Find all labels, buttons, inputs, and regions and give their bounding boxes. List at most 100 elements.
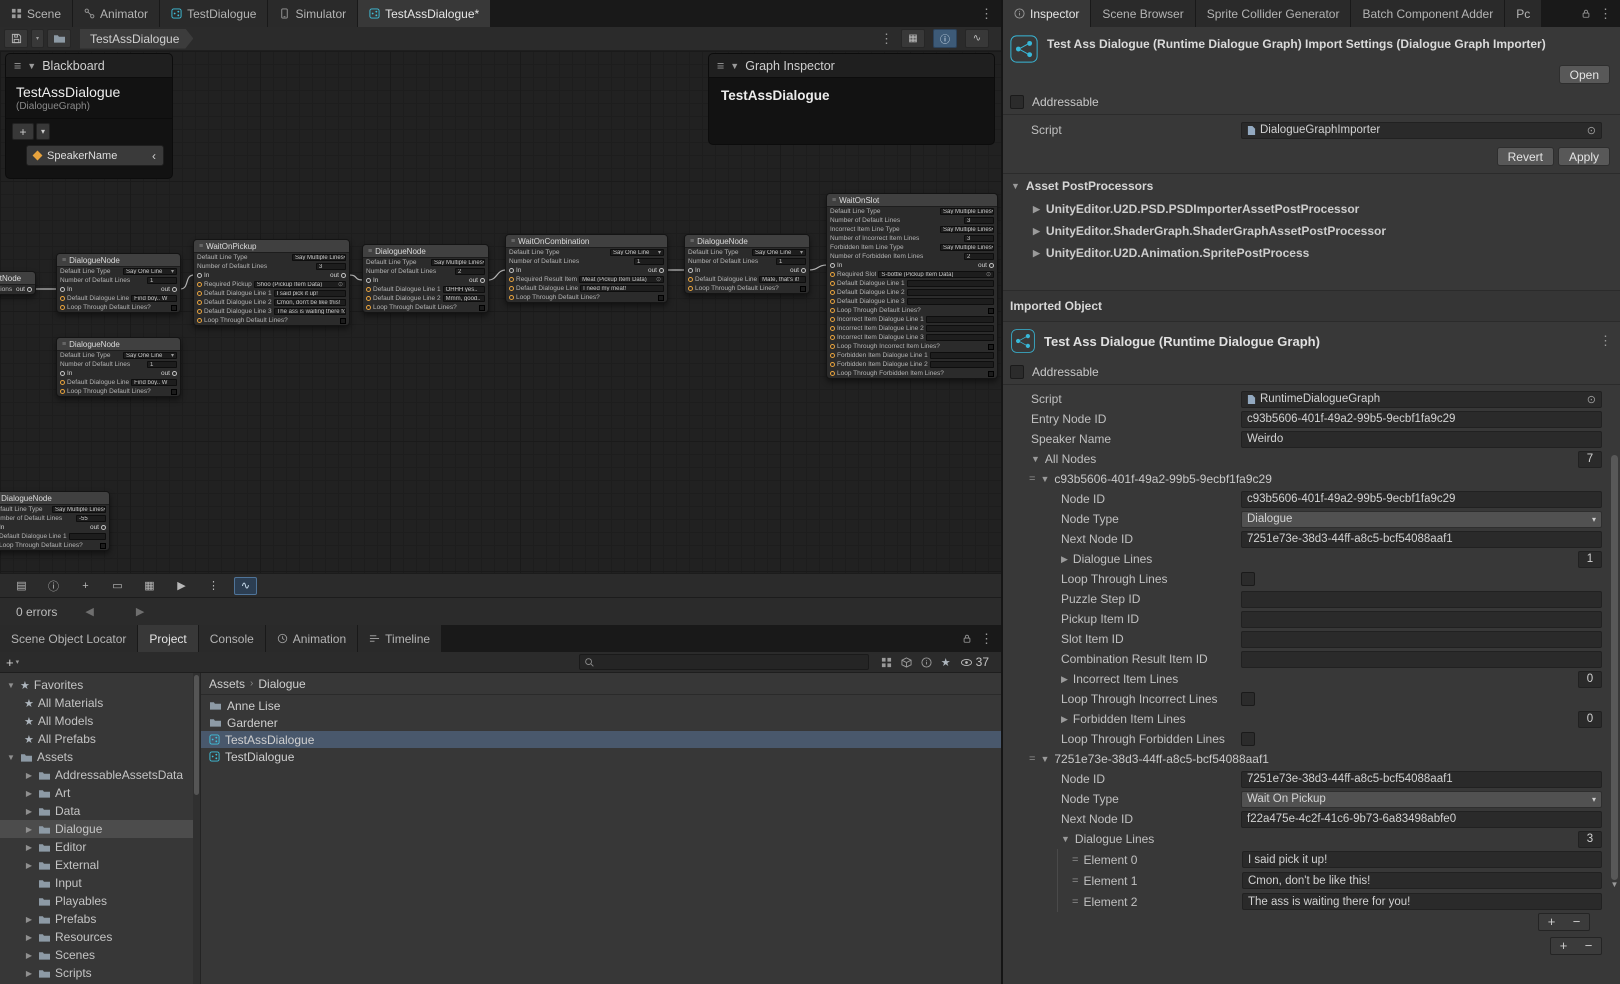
node-title-bar[interactable]: ≡WaitOnPickup [194, 240, 349, 253]
tree-item-external[interactable]: ▶External [0, 856, 200, 874]
node-entry-c93b5606-401f-49a2-99b5-9ecbf1fa9c29[interactable]: =▼c93b5606-401f-49a2-99b5-9ecbf1fa9c29 [1003, 469, 1620, 489]
data-port-icon[interactable] [197, 282, 202, 287]
graph-node-dialoguenode[interactable]: ≡DialogueNodeDefault Line TypeSay One Li… [56, 253, 181, 313]
tree-favorites-header[interactable]: ▼★Favorites [0, 676, 200, 694]
tree-item-all-prefabs[interactable]: ★All Prefabs [0, 730, 200, 748]
data-port-icon[interactable] [366, 287, 371, 292]
tree-item-data[interactable]: ▶Data [0, 802, 200, 820]
window-icon[interactable]: ▭ [106, 577, 129, 595]
data-port-icon[interactable] [509, 277, 514, 282]
node-number-field[interactable]: 1 [634, 258, 664, 266]
data-port-icon[interactable] [830, 281, 835, 286]
node-line-field[interactable]: I need my meat! [580, 285, 664, 293]
flow-port-icon[interactable] [172, 287, 177, 292]
text-field-element-2[interactable]: The ass is waiting there for you! [1242, 893, 1602, 910]
data-port-icon[interactable] [509, 286, 514, 291]
text-field-element-0[interactable]: I said pick it up! [1242, 851, 1602, 868]
count-field-dialogue-lines[interactable]: 1 [1578, 551, 1602, 568]
data-port-icon[interactable] [830, 317, 835, 322]
postprocessor-unityeditor-u2d-animation-spritepostprocess[interactable]: ▶UnityEditor.U2D.Animation.SpritePostPro… [1003, 242, 1620, 264]
graph-node-dialoguenode[interactable]: ≡DialogueNodeDefault Line TypeSay Multip… [0, 491, 110, 551]
text-field-puzzle-step-id[interactable] [1241, 591, 1602, 608]
scrollbar-thumb[interactable] [1611, 455, 1618, 880]
node-dropdown[interactable]: Say Multiple Lines▾ [940, 208, 994, 216]
imported-addressable-checkbox[interactable] [1010, 365, 1024, 379]
node-title-bar[interactable]: ≡StartNode [0, 272, 35, 285]
node-line-field[interactable]: The ass is waiting there for y [274, 308, 346, 316]
blackboard-toggle-button[interactable]: ∿ [965, 29, 989, 48]
importer-script-field[interactable]: DialogueGraphImporter ⊙ [1241, 122, 1602, 139]
graph-node-dialoguenode[interactable]: ≡DialogueNodeDefault Line TypeSay One Li… [56, 337, 181, 397]
node-object-field[interactable]: Meat (Pickup Item Data)⊙ [579, 276, 664, 284]
node-dropdown[interactable]: Say One Line▾ [123, 268, 177, 276]
data-port-icon[interactable] [830, 353, 835, 358]
text-field-entry-node-id[interactable]: c93b5606-401f-49a2-99b5-9ecbf1fa9c29 [1241, 411, 1602, 428]
inspector-scrollbar[interactable]: ▼ [1610, 455, 1619, 895]
data-port-icon[interactable] [197, 309, 202, 314]
lock-icon[interactable] [962, 633, 972, 644]
minimap-toggle-button[interactable]: ▦ [901, 29, 925, 48]
node-line-field[interactable]: I said pick it up! [274, 290, 346, 298]
tree-item-all-models[interactable]: ★All Models [0, 712, 200, 730]
data-port-icon[interactable] [366, 305, 371, 310]
chart-icon[interactable]: ∿ [234, 577, 257, 595]
node-title-bar[interactable]: ≡DialogueNode [0, 492, 109, 505]
file-row-testdialogue[interactable]: TestDialogue [201, 748, 1001, 765]
node-dropdown[interactable]: Say One Line▾ [610, 249, 664, 257]
node-number-field[interactable]: 3 [964, 235, 994, 243]
inspector-menu-icon[interactable]: ⋮ [1599, 6, 1612, 22]
bottom-tab-timeline[interactable]: Timeline [358, 625, 442, 652]
data-port-icon[interactable] [509, 295, 514, 300]
node-title-bar[interactable]: ≡DialogueNode [57, 254, 180, 267]
node-line-field[interactable]: Mmm, good.. [443, 295, 485, 303]
node-line-field[interactable]: Mate, that's it! [759, 276, 806, 284]
graph-inspector-toggle-button[interactable]: ⓘ [933, 29, 957, 48]
flow-port-icon[interactable] [480, 278, 485, 283]
checkbox-loop-through-incorrect-lines[interactable] [1241, 692, 1255, 706]
node-checkbox[interactable] [988, 308, 994, 314]
node-title-bar[interactable]: ≡DialogueNode [57, 338, 180, 351]
bottom-tab-menu-icon[interactable]: ⋮ [980, 631, 993, 647]
dropdown-node-type[interactable]: Wait On Pickup▾ [1241, 791, 1602, 808]
add-element-button[interactable]: + [1551, 938, 1576, 954]
data-port-icon[interactable] [830, 335, 835, 340]
imported-object-menu-icon[interactable]: ⋮ [1599, 333, 1612, 349]
node-number-field[interactable]: 1 [147, 277, 177, 285]
tree-item-scenes[interactable]: ▶Scenes [0, 946, 200, 964]
data-port-icon[interactable] [60, 296, 65, 301]
node-line-field[interactable] [907, 289, 994, 297]
window-tab-animator[interactable]: Animator [73, 0, 160, 27]
blackboard-collapse-icon[interactable]: ▼ [27, 61, 36, 71]
show-in-project-button[interactable] [47, 29, 71, 48]
bottom-tab-console[interactable]: Console [199, 625, 266, 652]
data-port-icon[interactable] [60, 380, 65, 385]
flow-port-icon[interactable] [197, 273, 202, 278]
remove-element-button[interactable]: − [1576, 938, 1601, 954]
node-title-bar[interactable]: ≡WaitOnSlot [827, 194, 997, 207]
graph-node-dialoguenode[interactable]: ≡DialogueNodeDefault Line TypeSay Multip… [362, 244, 489, 313]
graph-inspector-panel[interactable]: ≡ ▼ Graph Inspector TestAssDial​ogue [708, 53, 995, 145]
package-visibility-icon[interactable] [901, 657, 912, 668]
favorites-filter-icon[interactable]: ★ [941, 656, 951, 669]
window-tab-testdialogue[interactable]: TestDialogue [160, 0, 268, 27]
node-line-field[interactable] [930, 352, 994, 360]
text-field-node-id[interactable]: c93b5606-401f-49a2-99b5-9ecbf1fa9c29 [1241, 491, 1602, 508]
tree-item-art[interactable]: ▶Art [0, 784, 200, 802]
node-checkbox[interactable] [100, 543, 106, 549]
tree-assets-header[interactable]: ▼Assets [0, 748, 200, 766]
graph-edge[interactable] [488, 270, 506, 280]
postprocessor-unityeditor-shadergraph-shadergraphassetpostprocessor[interactable]: ▶UnityEditor.ShaderGraph.ShaderGraphAsse… [1003, 220, 1620, 242]
data-port-icon[interactable] [366, 296, 371, 301]
graph-inspector-collapse-icon[interactable]: ▼ [730, 61, 739, 71]
node-dropdown[interactable]: Say Multiple Lines▾ [940, 244, 994, 252]
node-object-field[interactable]: S-bottle (Pickup Item Data)⊙ [878, 271, 994, 279]
count-field-dialogue-lines[interactable]: 3 [1578, 831, 1602, 848]
node-dropdown[interactable]: Say Multiple Lines▾ [292, 254, 346, 262]
tools-icon[interactable]: + [74, 577, 97, 595]
node-line-field[interactable] [930, 361, 994, 369]
node-number-field[interactable]: 1 [147, 361, 177, 369]
node-title-bar[interactable]: ≡WaitOnCombination [506, 235, 667, 248]
node-line-field[interactable] [69, 533, 106, 541]
dialogue-graph-canvas[interactable]: ≡StartNodeConnectionsout≡DialogueNodeDef… [0, 51, 1001, 573]
flow-port-icon[interactable] [60, 287, 65, 292]
